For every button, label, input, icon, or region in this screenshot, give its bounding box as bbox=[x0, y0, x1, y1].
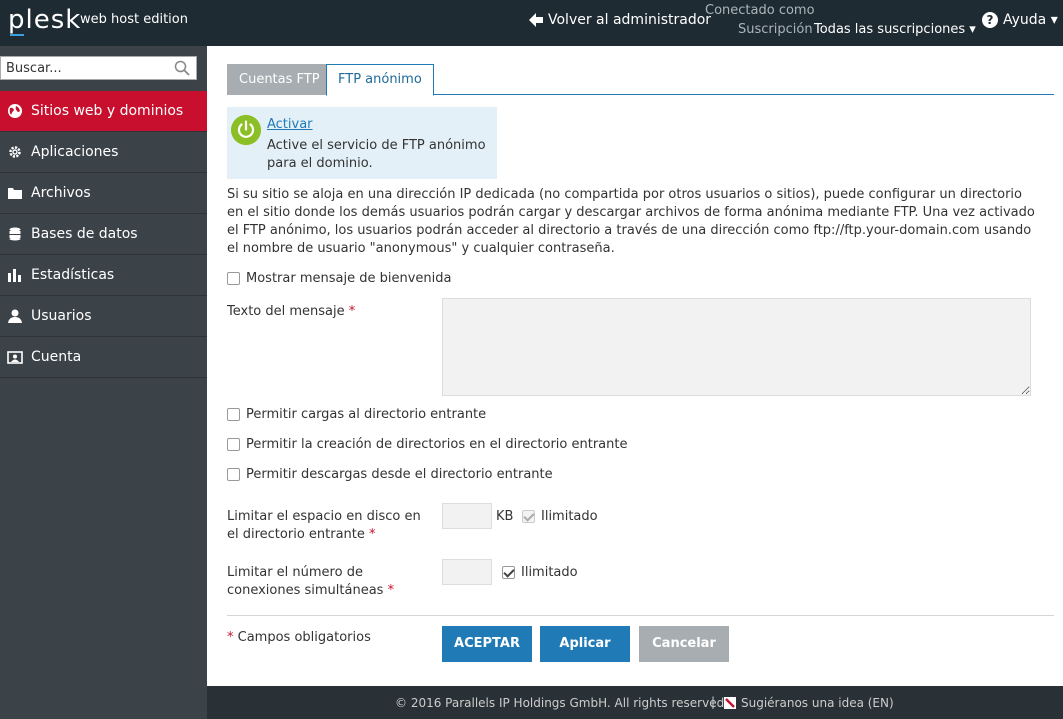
sidebar-item-label: Estadísticas bbox=[31, 267, 115, 283]
help-icon: ? bbox=[982, 12, 998, 28]
main-content: Cuentas FTP FTP anónimo Activar Active e… bbox=[207, 46, 1063, 686]
sidebar-item-label: Bases de datos bbox=[31, 226, 138, 242]
disk-unit-label: KB bbox=[496, 509, 514, 524]
allow-uploads-row[interactable]: Permitir cargas al directorio entrante bbox=[227, 407, 486, 422]
message-textarea[interactable] bbox=[442, 298, 1031, 396]
folder-icon bbox=[8, 188, 22, 199]
bar-chart-icon bbox=[8, 269, 21, 282]
allow-downloads-row[interactable]: Permitir descargas desde el directorio e… bbox=[227, 467, 553, 482]
top-bar: plesk web host edition Volver al adminis… bbox=[0, 0, 1063, 46]
sidebar-nav: Sitios web y dominios Aplicaciones Archi… bbox=[0, 91, 207, 378]
show-welcome-label: Mostrar mensaje de bienvenida bbox=[246, 271, 452, 286]
apply-button[interactable]: Aplicar bbox=[540, 626, 630, 662]
subscription-label: Suscripción bbox=[738, 22, 813, 37]
tab-ftp-accounts[interactable]: Cuentas FTP bbox=[227, 64, 332, 95]
subscription-dropdown[interactable]: Todas las suscripciones ▾ bbox=[814, 22, 976, 37]
disk-unlimited-label: Ilimitado bbox=[541, 509, 598, 524]
allow-uploads-label: Permitir cargas al directorio entrante bbox=[246, 407, 487, 422]
conn-unlimited-label: Ilimitado bbox=[521, 565, 578, 580]
plesk-logo[interactable]: plesk bbox=[8, 5, 81, 35]
account-icon bbox=[7, 351, 23, 364]
required-fields-label: Campos obligatorios bbox=[237, 630, 371, 645]
required-mark: * bbox=[369, 527, 376, 542]
database-icon bbox=[9, 227, 21, 241]
tab-anonymous-ftp[interactable]: FTP anónimo bbox=[326, 64, 434, 96]
power-icon[interactable] bbox=[231, 115, 261, 145]
required-fields-note: * Campos obligatorios bbox=[227, 630, 371, 645]
back-to-admin-link[interactable]: Volver al administrador bbox=[528, 12, 711, 28]
conn-limit-input[interactable] bbox=[442, 559, 492, 585]
tab-bar: Cuentas FTP FTP anónimo bbox=[227, 64, 1054, 96]
suggest-idea-link[interactable]: Sugiéranos una idea (EN) bbox=[723, 696, 894, 710]
back-to-admin-label: Volver al administrador bbox=[548, 12, 712, 28]
search-box bbox=[0, 56, 197, 80]
conn-unlimited-checkbox[interactable] bbox=[502, 566, 515, 579]
connected-as-label: Conectado como bbox=[705, 3, 815, 18]
arrow-left-icon bbox=[529, 13, 543, 27]
activate-description: Active el servicio de FTP anónimo para e… bbox=[267, 138, 486, 171]
sidebar-item-files[interactable]: Archivos bbox=[0, 173, 207, 214]
sidebar-item-label: Cuenta bbox=[31, 349, 82, 365]
help-menu[interactable]: ? Ayuda ▾ bbox=[982, 12, 1058, 28]
disk-unlimited-checkbox[interactable] bbox=[522, 510, 535, 523]
divider bbox=[227, 615, 1054, 616]
info-text: Si su sitio se aloja en una dirección IP… bbox=[227, 187, 1035, 256]
message-text-label: Texto del mensaje * bbox=[227, 303, 355, 321]
copyright-text: © 2016 Parallels IP Holdings GmbH. All r… bbox=[395, 696, 729, 710]
show-welcome-row[interactable]: Mostrar mensaje de bienvenida bbox=[227, 271, 451, 286]
footer: © 2016 Parallels IP Holdings GmbH. All r… bbox=[207, 686, 1063, 719]
required-mark: * bbox=[348, 304, 356, 319]
footer-separator: | bbox=[711, 695, 716, 709]
sidebar-item-label: Aplicaciones bbox=[31, 144, 119, 160]
sidebar-item-applications[interactable]: Aplicaciones bbox=[0, 132, 207, 173]
gear-icon bbox=[9, 146, 21, 158]
sidebar-item-websites-domains[interactable]: Sitios web y dominios bbox=[0, 91, 207, 132]
sidebar-item-label: Usuarios bbox=[31, 308, 92, 324]
allow-dir-creation-checkbox[interactable] bbox=[227, 438, 240, 451]
search-icon[interactable] bbox=[174, 60, 190, 76]
disk-limit-label: Limitar el espacio en disco en el direct… bbox=[227, 508, 427, 544]
ok-button[interactable]: ACEPTAR bbox=[442, 626, 532, 662]
message-text-label-text: Texto del mensaje bbox=[227, 304, 345, 319]
required-mark: * bbox=[387, 583, 395, 598]
cancel-button[interactable]: Cancelar bbox=[639, 626, 729, 662]
help-label: Ayuda ▾ bbox=[1003, 12, 1058, 28]
globe-icon bbox=[8, 104, 22, 118]
conn-limit-label: Limitar el número de conexiones simultán… bbox=[227, 564, 437, 600]
edition-label: web host edition bbox=[80, 12, 188, 27]
sidebar-item-account[interactable]: Cuenta bbox=[0, 337, 207, 378]
allow-downloads-label: Permitir descargas desde el directorio e… bbox=[246, 467, 553, 482]
search-input[interactable] bbox=[1, 57, 166, 79]
required-mark: * bbox=[227, 630, 234, 645]
suggest-idea-icon bbox=[724, 697, 736, 709]
activate-link[interactable]: Activar bbox=[267, 117, 313, 132]
disk-limit-input[interactable] bbox=[442, 503, 492, 529]
allow-dir-creation-row[interactable]: Permitir la creación de directorios en e… bbox=[227, 437, 628, 452]
sidebar-item-users[interactable]: Usuarios bbox=[0, 296, 207, 337]
conn-limit-label-text: Limitar el número de conexiones simultán… bbox=[227, 565, 384, 598]
sidebar: Sitios web y dominios Aplicaciones Archi… bbox=[0, 46, 207, 719]
user-icon bbox=[8, 309, 22, 323]
logo-underline bbox=[10, 34, 24, 36]
allow-uploads-checkbox[interactable] bbox=[227, 408, 240, 421]
sidebar-item-label: Archivos bbox=[31, 185, 91, 201]
sidebar-item-label: Sitios web y dominios bbox=[31, 103, 184, 119]
sidebar-item-statistics[interactable]: Estadísticas bbox=[0, 255, 207, 296]
allow-dir-creation-label: Permitir la creación de directorios en e… bbox=[246, 437, 628, 452]
show-welcome-checkbox[interactable] bbox=[227, 272, 240, 285]
activate-panel: Activar Active el servicio de FTP anónim… bbox=[227, 107, 497, 179]
disk-limit-label-text: Limitar el espacio en disco en el direct… bbox=[227, 509, 421, 542]
suggest-idea-label: Sugiéranos una idea (EN) bbox=[741, 696, 894, 710]
allow-downloads-checkbox[interactable] bbox=[227, 468, 240, 481]
sidebar-item-databases[interactable]: Bases de datos bbox=[0, 214, 207, 255]
